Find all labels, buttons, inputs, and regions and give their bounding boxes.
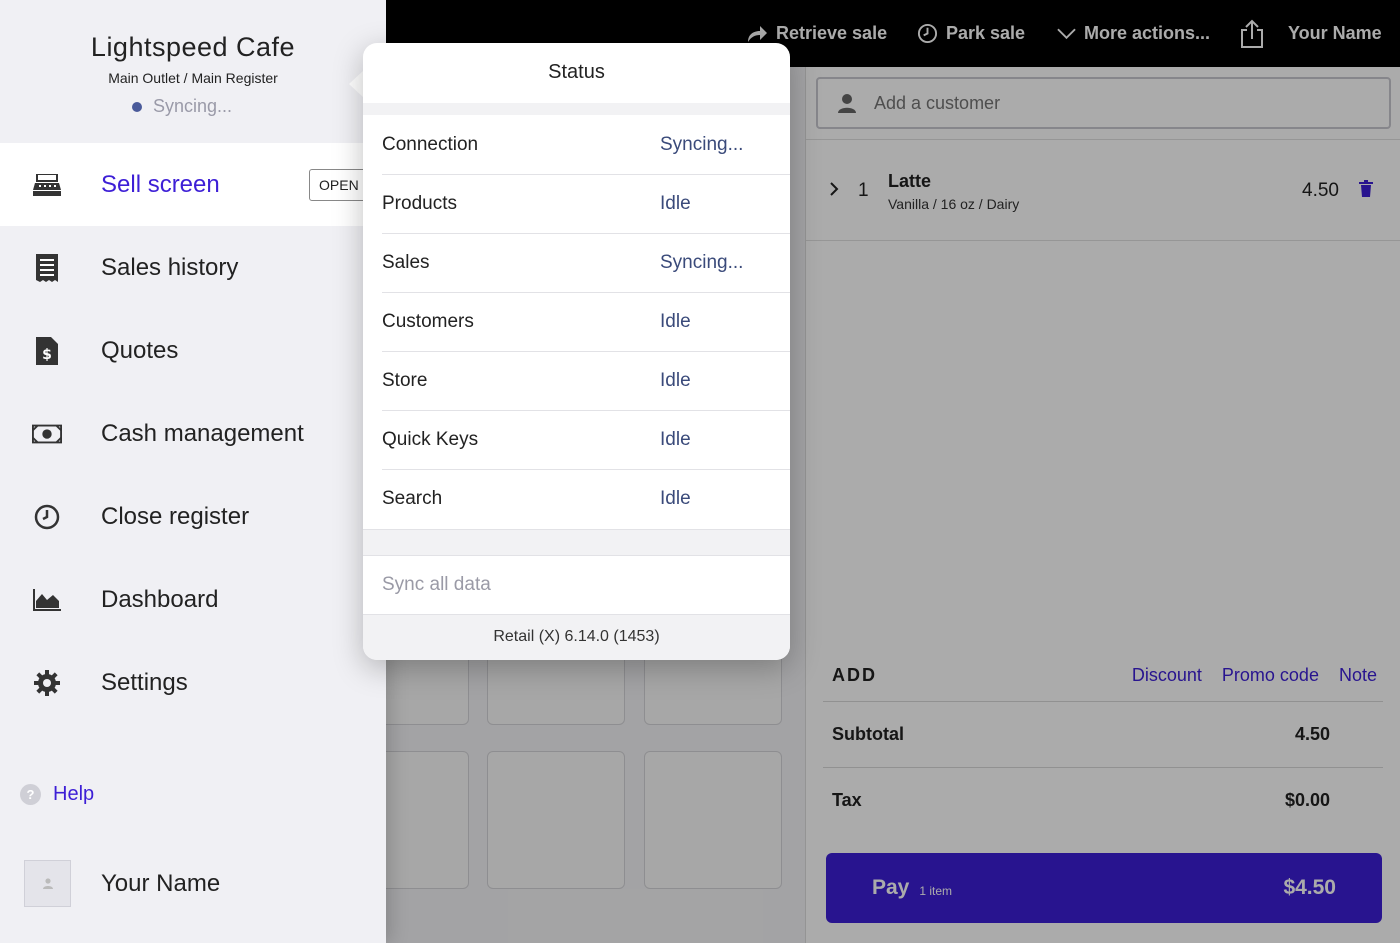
user-name: Your Name — [101, 869, 221, 897]
gear-icon — [32, 668, 62, 698]
status-row-products: Products Idle — [382, 174, 790, 233]
status-row-label: Connection — [382, 133, 479, 155]
quote-document-icon: $ — [32, 336, 62, 366]
status-row-sales: Sales Syncing... — [382, 233, 790, 292]
sync-status-indicator[interactable]: Syncing... — [132, 96, 232, 117]
status-row-label: Quick Keys — [382, 429, 479, 450]
status-row-store: Store Idle — [382, 351, 790, 410]
cash-icon — [32, 419, 62, 449]
sidebar-item-label: Sales history — [101, 253, 239, 281]
help-link[interactable]: ? Help — [20, 783, 94, 806]
status-row-value: Idle — [660, 429, 691, 450]
question-icon: ? — [20, 784, 41, 805]
sidebar-item-quotes[interactable]: $ Quotes — [0, 309, 386, 392]
status-row-connection: Connection Syncing... — [382, 115, 790, 174]
sidebar-menu: Lightspeed Cafe Main Outlet / Main Regis… — [0, 0, 386, 943]
status-row-label: Search — [382, 488, 443, 509]
status-row-value: Idle — [660, 311, 691, 332]
sidebar-item-label: Dashboard — [101, 585, 219, 613]
status-row-label: Products — [382, 193, 457, 214]
avatar — [24, 860, 71, 907]
sync-status-text: Syncing... — [153, 96, 233, 116]
status-row-label: Customers — [382, 311, 474, 332]
register-icon — [32, 170, 62, 200]
sidebar-item-close-register[interactable]: Close register — [0, 475, 386, 558]
status-row-quick-keys: Quick Keys Idle — [382, 410, 790, 469]
sidebar-user[interactable]: Your Name — [24, 860, 220, 907]
popover-divider — [363, 103, 790, 115]
sidebar-header[interactable]: Lightspeed Cafe Main Outlet / Main Regis… — [0, 0, 386, 142]
person-icon — [42, 878, 53, 889]
sidebar-item-label: Sell screen — [101, 170, 220, 198]
clock-icon — [32, 502, 62, 532]
status-row-label: Store — [382, 370, 428, 391]
status-row-value: Idle — [660, 193, 691, 214]
popover-divider — [363, 529, 790, 556]
status-row-value: Syncing... — [660, 252, 744, 273]
receipt-icon — [32, 253, 62, 283]
help-label: Help — [53, 783, 95, 805]
sidebar-item-label: Close register — [101, 502, 250, 530]
popover-title: Status — [548, 61, 605, 83]
sidebar-item-cash-management[interactable]: Cash management — [0, 392, 386, 475]
outlet-register: Main Outlet / Main Register — [108, 70, 278, 86]
sidebar-item-settings[interactable]: Settings — [0, 641, 386, 724]
store-name: Lightspeed Cafe — [90, 32, 296, 62]
chart-icon — [32, 585, 62, 615]
sidebar-item-label: Quotes — [101, 336, 179, 364]
register-open-badge: OPEN — [309, 169, 369, 201]
sidebar-item-sell-screen[interactable]: Sell screen OPEN — [0, 143, 386, 226]
svg-text:$: $ — [42, 347, 52, 363]
status-row-value: Idle — [660, 370, 691, 391]
status-row-search: Search Idle — [382, 469, 790, 528]
sidebar-item-label: Settings — [101, 668, 188, 696]
sidebar-item-dashboard[interactable]: Dashboard — [0, 558, 386, 641]
sidebar-item-sales-history[interactable]: Sales history — [0, 226, 386, 309]
status-row-customers: Customers Idle — [382, 292, 790, 351]
popover-arrow — [349, 70, 364, 98]
status-row-value: Idle — [660, 488, 691, 509]
status-row-label: Sales — [382, 252, 430, 273]
sidebar-item-label: Cash management — [101, 419, 304, 447]
status-popover: Status Connection Syncing... Products Id… — [363, 43, 790, 660]
status-dot-icon — [132, 101, 142, 112]
app-version: Retail (X) 6.14.0 (1453) — [363, 615, 790, 660]
status-row-value: Syncing... — [660, 133, 744, 155]
sync-all-data-button[interactable]: Sync all data — [363, 556, 790, 615]
